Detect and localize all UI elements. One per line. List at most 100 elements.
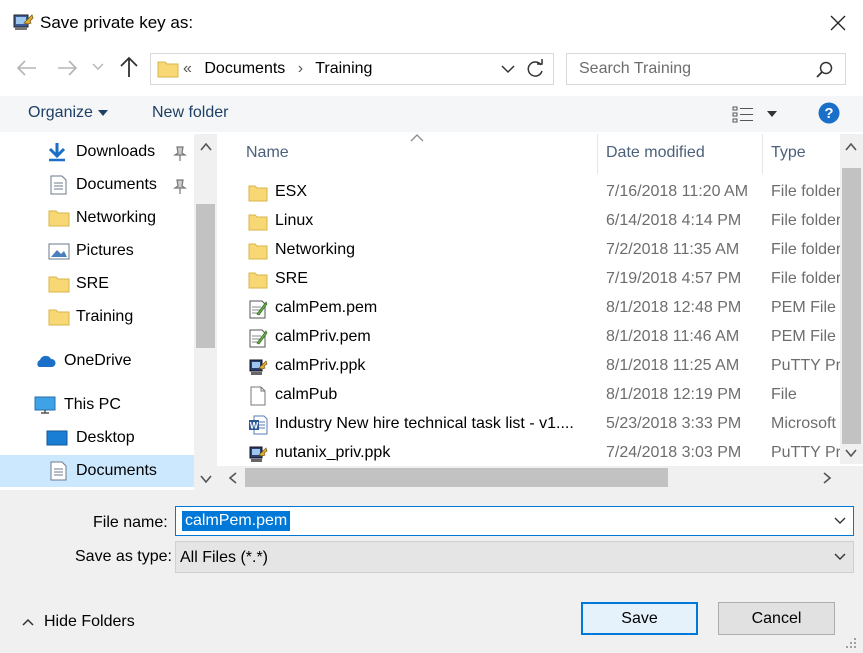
file-row[interactable]: calmPriv.pem 8/1/2018 11:46 AM PEM File	[240, 324, 840, 353]
breadcrumb-separator[interactable]: ›	[298, 60, 303, 77]
column-header-name[interactable]: Name	[246, 144, 289, 162]
search-box[interactable]: Search Training	[566, 53, 846, 85]
nav-item-networking[interactable]: Networking	[0, 202, 194, 234]
forward-button[interactable]	[56, 58, 82, 80]
pem-file-icon	[249, 329, 268, 348]
save-as-type-select[interactable]: All Files (*.*)	[175, 541, 854, 573]
nav-item-label: OneDrive	[64, 352, 132, 369]
file-date: 8/1/2018 11:25 AM	[606, 357, 740, 374]
nav-item-downloads[interactable]: Downloads	[0, 136, 194, 168]
file-name-value[interactable]: calmPem.pem	[182, 511, 291, 531]
file-row[interactable]: W Industry New hire technical task list …	[240, 411, 840, 440]
dropdown-arrow-icon[interactable]	[766, 110, 778, 118]
horizontal-scrollbar-thumb[interactable]	[245, 468, 668, 487]
scroll-down-arrow-icon[interactable]	[845, 448, 857, 458]
nav-item-onedrive[interactable]: OneDrive	[0, 345, 194, 377]
chevron-down-icon[interactable]	[834, 553, 846, 561]
document-icon	[50, 461, 67, 481]
folder-icon	[248, 214, 268, 231]
file-type: PuTTY Private Key File	[771, 444, 840, 461]
file-type: File folder	[771, 212, 840, 229]
back-button[interactable]	[16, 58, 42, 80]
file-name: Industry New hire technical task list - …	[275, 415, 574, 432]
up-button[interactable]	[118, 55, 142, 81]
file-name: Networking	[275, 241, 356, 258]
arrow-right-icon	[58, 60, 78, 76]
dropdown-arrow-icon[interactable]	[97, 109, 109, 117]
resize-grip-icon[interactable]	[842, 634, 858, 650]
breadcrumb-overflow[interactable]: «	[183, 60, 192, 77]
nav-scrollbar-thumb[interactable]	[196, 204, 215, 348]
nav-item-sre[interactable]: SRE	[0, 268, 194, 300]
save-as-type-value: All Files (*.*)	[180, 549, 269, 566]
hide-folders-button[interactable]: Hide Folders	[14, 612, 154, 634]
file-row[interactable]: ESX 7/16/2018 11:20 AM File folder	[240, 179, 840, 208]
breadcrumb-documents[interactable]: Documents	[204, 60, 285, 77]
file-row[interactable]: calmPem.pem 8/1/2018 12:48 PM PEM File	[240, 295, 840, 324]
column-header-type[interactable]: Type	[771, 144, 806, 162]
folder-icon	[48, 276, 70, 293]
column-divider[interactable]	[762, 134, 763, 174]
refresh-icon[interactable]	[525, 58, 547, 80]
save-button[interactable]: Save	[581, 602, 698, 635]
column-header-date-modified[interactable]: Date modified	[606, 144, 705, 162]
file-row[interactable]: calmPub 8/1/2018 12:19 PM File	[240, 382, 840, 411]
file-row[interactable]: nutanix_priv.ppk 7/24/2018 3:03 PM PuTTY…	[240, 440, 840, 469]
file-name: calmPriv.pem	[275, 328, 371, 345]
recent-locations-button[interactable]	[92, 60, 106, 80]
nav-item-label: This PC	[64, 396, 121, 413]
svg-text:?: ?	[824, 105, 833, 122]
scroll-right-arrow-icon[interactable]	[822, 472, 832, 484]
scroll-down-arrow-icon[interactable]	[200, 474, 212, 484]
file-name: ESX	[275, 183, 308, 200]
file-row[interactable]: Linux 6/14/2018 4:14 PM File folder	[240, 208, 840, 237]
file-type: Microsoft Word Document	[771, 415, 840, 432]
nav-item-this-pc[interactable]: This PC	[0, 389, 194, 421]
search-icon[interactable]	[815, 60, 835, 80]
pem-file-icon	[249, 300, 268, 319]
svg-text:W: W	[250, 421, 259, 431]
nav-item-label: Documents	[76, 462, 157, 479]
file-name-input[interactable]: calmPem.pem	[175, 506, 854, 536]
nav-item-documents[interactable]: Documents	[0, 455, 194, 487]
nav-item-label: Pictures	[76, 242, 134, 259]
close-button[interactable]	[818, 6, 858, 40]
column-divider[interactable]	[597, 134, 598, 174]
file-row[interactable]: SRE 7/19/2018 4:57 PM File folder	[240, 266, 840, 295]
chevron-down-icon[interactable]	[834, 517, 846, 525]
nav-item-desktop[interactable]: Desktop	[0, 422, 194, 454]
file-type: File folder	[771, 183, 840, 200]
desktop-icon	[46, 430, 68, 446]
chevron-down-icon[interactable]	[499, 60, 517, 78]
organize-button[interactable]: Organize	[28, 104, 93, 122]
file-date: 8/1/2018 12:19 PM	[606, 386, 742, 403]
file-date: 5/23/2018 3:33 PM	[606, 415, 742, 432]
nav-item-documents-quick[interactable]: Documents	[0, 169, 194, 201]
close-icon	[830, 15, 846, 31]
file-row[interactable]: calmPriv.ppk 8/1/2018 11:25 AM PuTTY Pri…	[240, 353, 840, 382]
view-list-icon[interactable]	[732, 105, 754, 123]
document-icon	[50, 175, 67, 195]
scroll-up-arrow-icon[interactable]	[845, 142, 857, 152]
breadcrumb-training[interactable]: Training	[315, 60, 372, 77]
new-folder-button[interactable]: New folder	[152, 104, 228, 122]
file-type: PEM File	[771, 328, 836, 345]
folder-icon	[157, 61, 179, 78]
putty-key-icon	[249, 446, 268, 462]
scroll-left-arrow-icon[interactable]	[228, 472, 238, 484]
search-input[interactable]: Search Training	[579, 60, 691, 78]
address-bar[interactable]: « Documents › Training	[150, 53, 554, 85]
nav-item-label: Networking	[76, 209, 157, 226]
help-icon[interactable]: ?	[818, 102, 840, 124]
scroll-up-arrow-icon[interactable]	[200, 142, 212, 152]
nav-item-label: SRE	[76, 275, 109, 292]
vertical-scrollbar-thumb[interactable]	[842, 168, 861, 444]
cancel-button[interactable]: Cancel	[718, 602, 835, 635]
cloud-icon	[37, 355, 56, 367]
nav-item-pictures[interactable]: Pictures	[0, 235, 194, 267]
file-date: 8/1/2018 12:48 PM	[606, 299, 742, 316]
arrow-up-icon	[120, 56, 138, 77]
folder-icon	[48, 210, 70, 227]
nav-item-training[interactable]: Training	[0, 301, 194, 333]
file-row[interactable]: Networking 7/2/2018 11:35 AM File folder	[240, 237, 840, 266]
